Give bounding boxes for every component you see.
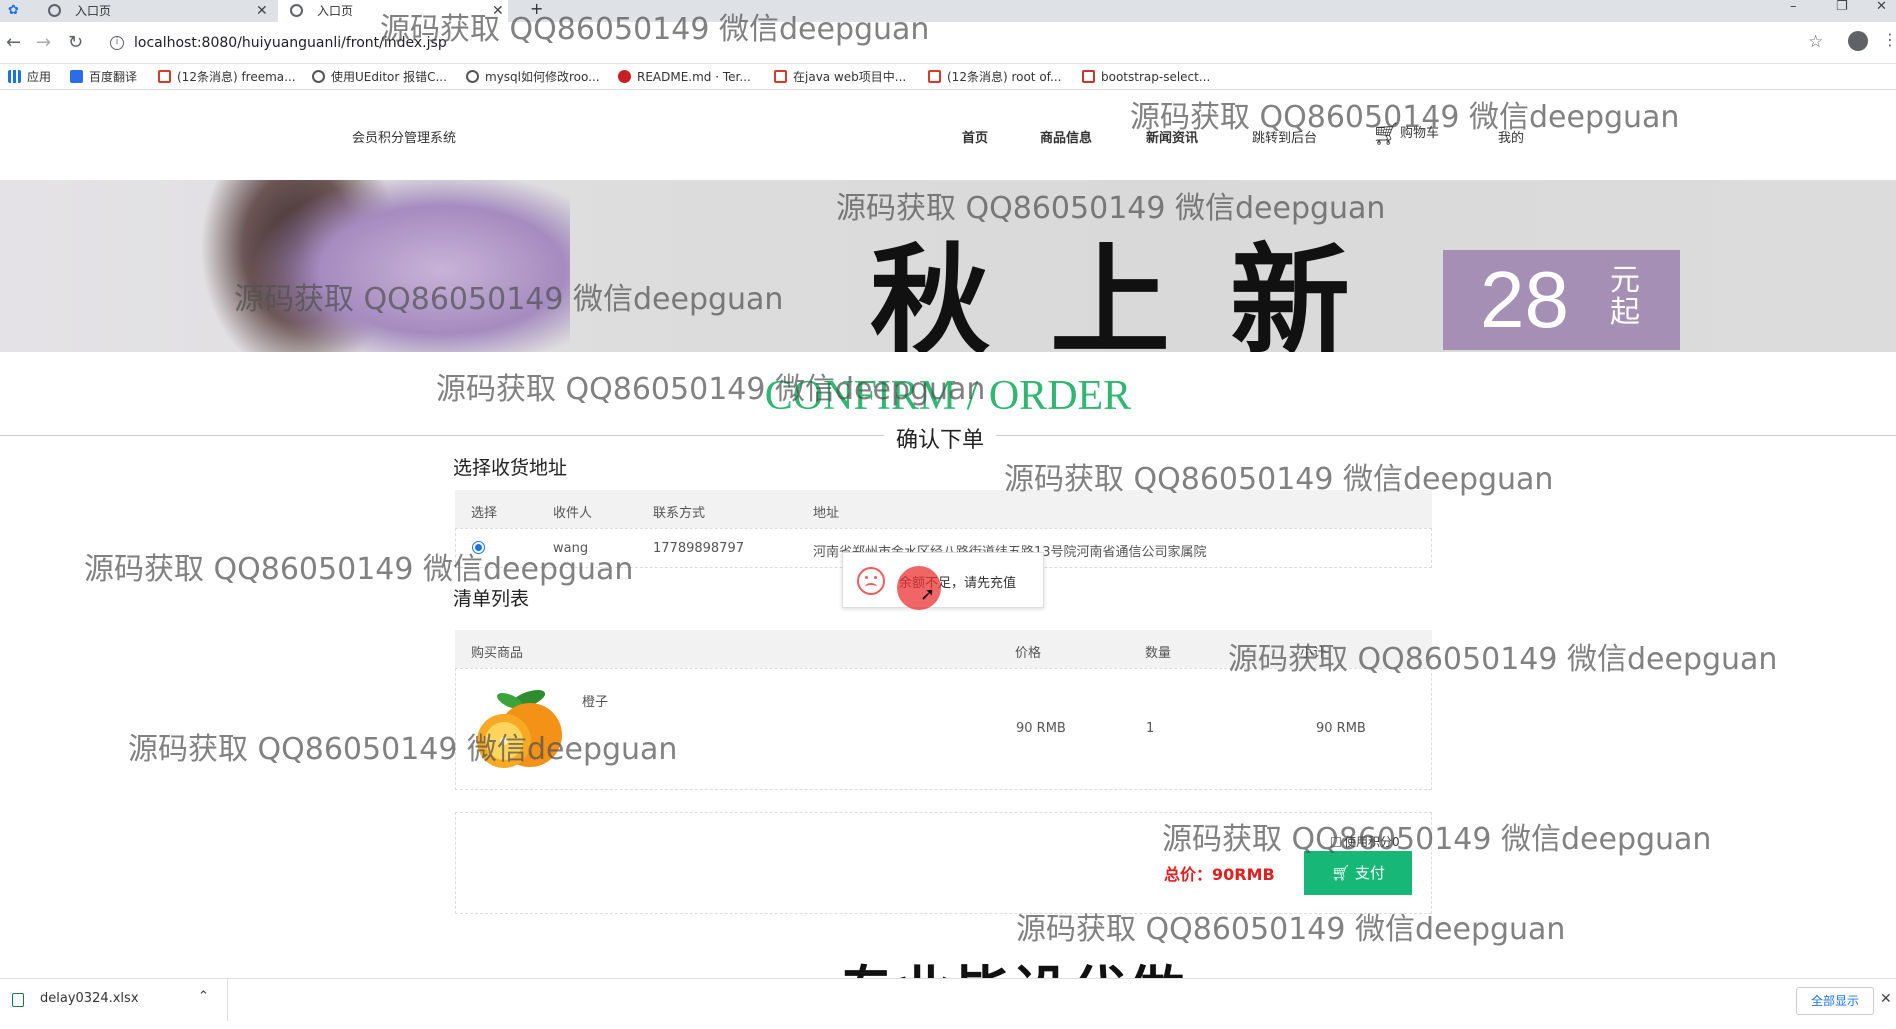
excel-file-icon (12, 993, 24, 1007)
nav-home[interactable]: 首页 (962, 127, 988, 146)
watermark: 源码获取 QQ86050149 微信deepguan (1130, 100, 1680, 135)
total-price: 总价：90RMB (1164, 865, 1275, 884)
watermark: 源码获取 QQ86050149 微信deepguan (1228, 642, 1778, 677)
url-field[interactable]: i localhost:8080/huiyuanguanli/front/ind… (100, 30, 1800, 56)
forward-icon[interactable]: → (36, 33, 51, 53)
header-phone: 联系方式 (653, 506, 706, 521)
watermark: 源码获取 QQ86050149 微信deepguan (128, 732, 678, 767)
header-select: 选择 (471, 506, 498, 521)
product-qty: 1 (1146, 721, 1155, 736)
back-icon[interactable]: ← (6, 33, 21, 53)
baidu-icon: ✿ (8, 3, 19, 18)
restore-icon[interactable]: ❐ (1836, 0, 1848, 14)
confirm-order-subtitle: 确认下单 (884, 422, 997, 454)
close-icon[interactable]: ✕ (1880, 991, 1892, 1007)
address-bar: ← → ↻ i localhost:8080/huiyuanguanli/fro… (0, 22, 1896, 64)
bookmark-favicon (312, 70, 325, 83)
minimize-icon[interactable]: – (1790, 0, 1797, 14)
header-address: 地址 (813, 506, 840, 521)
close-window-icon[interactable]: ✕ (1876, 0, 1887, 14)
product-price: 90 RMB (1016, 721, 1066, 736)
bookmark-label: 应用 (27, 70, 52, 84)
insufficient-balance-toast: 余额不足，请先充值 (842, 552, 1044, 608)
watermark: 源码获取 QQ86050149 微信deepguan (436, 372, 986, 407)
header-price: 价格 (1015, 646, 1042, 661)
list-section-title: 清单列表 (453, 588, 530, 610)
globe-icon (290, 4, 303, 17)
browser-tab-strip: ✿ 入口页 ✕ 入口页 ✕ + – ❐ ✕ (0, 0, 1896, 22)
bookmark-favicon (618, 70, 631, 83)
bookmark-favicon (928, 70, 941, 83)
bookmark-favicon (774, 70, 787, 83)
site-title: 会员积分管理系统 (352, 131, 457, 146)
sad-face-icon (857, 567, 885, 595)
chevron-up-icon[interactable]: ⌃ (198, 989, 209, 1004)
bookmark-favicon (1082, 70, 1095, 83)
watermark: 源码获取 QQ86050149 微信deepguan (1016, 912, 1566, 947)
cart-icon: 🛒︎ (1331, 864, 1355, 882)
bookmark-item[interactable]: bootstrap-select... (1082, 69, 1210, 85)
watermark: 源码获取 QQ86050149 微信deepguan (84, 552, 634, 587)
bookmark-favicon (70, 70, 83, 83)
watermark: 源码获取 QQ86050149 微信deepguan (234, 282, 784, 317)
reload-icon[interactable]: ↻ (68, 33, 83, 53)
bookmark-item[interactable]: README.md · Ter... (618, 69, 751, 85)
bookmark-label: (12条消息) root of... (947, 70, 1062, 84)
account-icon[interactable] (1848, 31, 1868, 51)
bookmark-label: mysql如何修改roo... (485, 70, 600, 84)
bookmark-label: 使用UEditor 报错C... (331, 70, 447, 84)
download-item[interactable]: delay0324.xlsx ⌃ (0, 979, 228, 1021)
watermark: 源码获取 QQ86050149 微信deepguan (1004, 462, 1554, 497)
tab-label: 入口页 (317, 4, 354, 18)
bookmark-label: README.md · Ter... (637, 70, 751, 84)
bookmark-apps[interactable]: 应用 (8, 69, 51, 85)
globe-icon (48, 4, 61, 17)
bookmark-favicon (158, 70, 171, 83)
bookmark-item[interactable]: (12条消息) root of... (928, 69, 1061, 85)
tab-label: 入口页 (75, 4, 112, 18)
header-product: 购买商品 (471, 646, 524, 661)
close-icon[interactable]: ✕ (256, 0, 268, 22)
bookmark-item[interactable]: 在java web项目中... (774, 69, 906, 85)
banner-model-image (250, 180, 570, 352)
product-name: 橙子 (582, 695, 609, 710)
bookmark-label: (12条消息) freema... (177, 70, 296, 84)
bookmarks-bar: 应用 百度翻译 (12条消息) freema... 使用UEditor 报错C.… (0, 64, 1896, 90)
download-bar: delay0324.xlsx ⌃ 全部显示 ✕ (0, 978, 1896, 1021)
info-icon[interactable]: i (110, 36, 124, 50)
price-badge-unit: 元起 (1610, 263, 1640, 330)
header-receiver: 收件人 (553, 506, 593, 521)
address-section-title: 选择收货地址 (453, 457, 568, 479)
star-icon[interactable]: ☆ (1808, 32, 1823, 52)
tab-entry-1[interactable]: 入口页 ✕ (48, 0, 270, 22)
receiver-phone: 17789898797 (653, 541, 744, 556)
banner-headline: 秋上新 (870, 231, 1410, 353)
nav-products[interactable]: 商品信息 (1040, 127, 1092, 146)
header-qty: 数量 (1145, 646, 1172, 661)
download-filename: delay0324.xlsx (40, 991, 139, 1006)
menu-icon[interactable]: ⋮ (1882, 30, 1896, 49)
mouse-cursor-icon: ➚ (920, 584, 936, 605)
bookmark-item[interactable]: mysql如何修改roo... (466, 69, 600, 85)
price-badge-number: 28 (1480, 255, 1569, 344)
bookmark-item[interactable]: 百度翻译 (70, 69, 137, 85)
bookmark-favicon (466, 70, 479, 83)
bookmark-label: 百度翻译 (89, 70, 138, 84)
bookmark-label: 在java web项目中... (793, 70, 907, 84)
show-all-button[interactable]: 全部显示 (1796, 987, 1874, 1015)
watermark: 源码获取 QQ86050149 微信deepguan (1162, 822, 1712, 857)
watermark: 源码获取 QQ86050149 微信deepguan (836, 191, 1386, 226)
bookmark-label: bootstrap-select... (1101, 70, 1211, 84)
pay-button-label: 支付 (1354, 864, 1385, 882)
bookmark-item[interactable]: 使用UEditor 报错C... (312, 69, 447, 85)
product-subtotal: 90 RMB (1316, 721, 1366, 736)
watermark: 源码获取 QQ86050149 微信deepguan (380, 12, 930, 47)
apps-icon (8, 70, 21, 83)
bookmark-item[interactable]: (12条消息) freema... (158, 69, 296, 85)
